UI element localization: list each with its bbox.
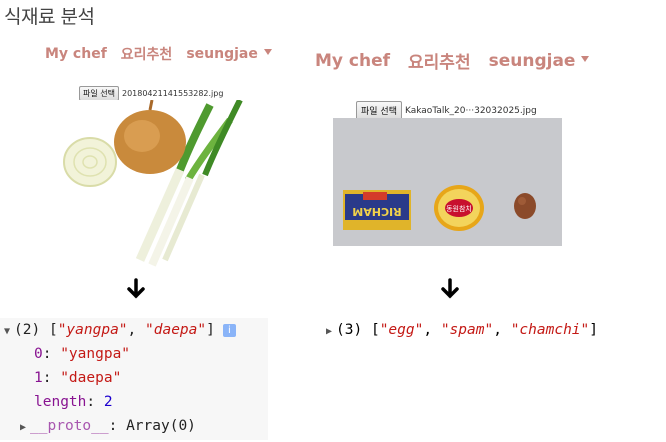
down-arrow-icon <box>127 278 145 299</box>
left-navbar: My chef 요리추천 seungjae <box>45 44 272 64</box>
nav-user-dropdown[interactable]: seungjae <box>186 46 272 62</box>
console-output-expanded: ▼ (2) ["yangpa", "daepa"] i 0: "yangpa" 1:… <box>0 318 268 440</box>
caret-down-icon <box>263 49 272 55</box>
array-entry-row: 1: "daepa" <box>34 370 122 386</box>
array-length-row: length: 2 <box>34 394 113 410</box>
nav-brand-link[interactable]: My chef <box>45 46 107 62</box>
nav-user-label: seungjae <box>186 46 258 62</box>
console-output-collapsed[interactable]: ▶ (3) ["egg", "spam", "chamchi"] <box>326 322 598 338</box>
nav-recipe-link[interactable]: 요리추천 <box>121 44 173 64</box>
page-heading: 식재료 분석 <box>4 6 95 28</box>
file-name-text: KakaoTalk_20···32032025.jpg <box>404 105 537 116</box>
right-navbar: My chef 요리추천 seungjae <box>315 48 590 73</box>
info-icon: i <box>222 323 236 337</box>
nav-recipe-link[interactable]: 요리추천 <box>408 48 471 73</box>
left-file-input: 파일 선택 20180421141553282.jpg <box>79 86 223 101</box>
spam-tuna-egg-photo: RICHAM 동원참치 <box>333 118 562 246</box>
file-name-text: 20180421141553282.jpg <box>121 89 224 98</box>
collapsed-triangle-icon: ▶ <box>20 422 27 433</box>
collapsed-triangle-icon: ▶ <box>326 326 333 337</box>
nav-user-dropdown[interactable]: seungjae <box>489 51 590 71</box>
nav-brand-link[interactable]: My chef <box>315 51 390 71</box>
file-select-button[interactable]: 파일 선택 <box>79 86 119 101</box>
caret-down-icon <box>581 55 590 62</box>
nav-user-label: seungjae <box>488 50 576 71</box>
expanded-triangle-icon: ▼ <box>4 326 11 337</box>
onion-scallion-photo <box>40 100 265 270</box>
array-summary-row[interactable]: ▼ (2) ["yangpa", "daepa"] i <box>4 322 236 338</box>
array-entry-row: 0: "yangpa" <box>34 346 131 362</box>
array-proto-row[interactable]: ▶ __proto__: Array(0) <box>20 418 196 434</box>
tuna-label: 동원참치 <box>446 204 472 213</box>
spam-label: RICHAM <box>352 205 401 218</box>
down-arrow-icon <box>441 278 459 299</box>
